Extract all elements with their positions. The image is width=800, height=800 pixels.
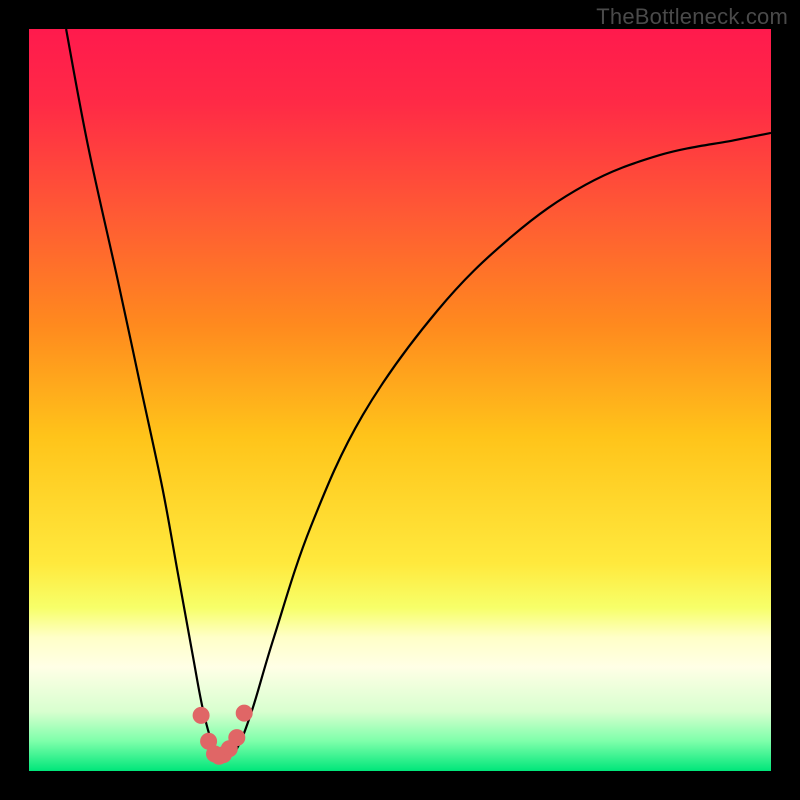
marker-point bbox=[193, 707, 209, 723]
chart-frame: TheBottleneck.com bbox=[0, 0, 800, 800]
marker-point bbox=[229, 730, 245, 746]
watermark-text: TheBottleneck.com bbox=[596, 4, 788, 30]
plot-area bbox=[29, 29, 771, 771]
bottleneck-curve bbox=[66, 29, 771, 756]
curve-layer bbox=[29, 29, 771, 771]
highlight-markers bbox=[193, 705, 252, 764]
marker-point bbox=[236, 705, 252, 721]
